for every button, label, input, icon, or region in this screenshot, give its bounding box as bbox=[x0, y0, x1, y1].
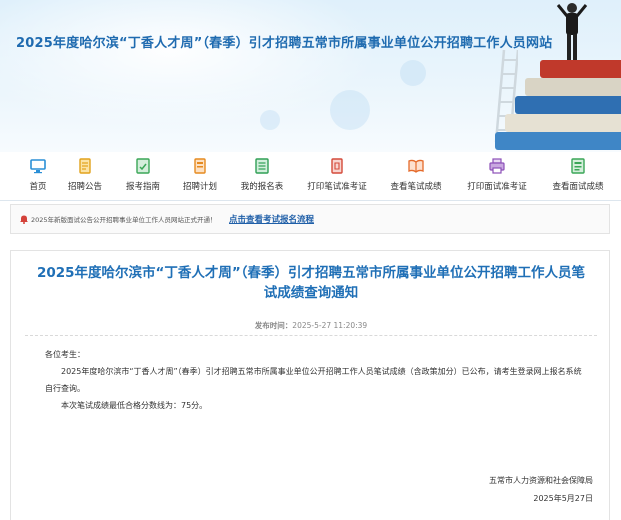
nav-print-interview-ticket[interactable]: 打印面试准考证 bbox=[462, 158, 532, 196]
document-icon bbox=[79, 158, 91, 174]
signature-org: 五常市人力资源和社会保障局 bbox=[489, 476, 593, 485]
banner-bokeh bbox=[260, 110, 280, 130]
monitor-icon bbox=[30, 159, 46, 174]
publish-time-value: 2025-5-27 11:20:39 bbox=[292, 321, 368, 330]
nav-my-form[interactable]: 我的报名表 bbox=[234, 158, 290, 196]
nav-label: 报考指南 bbox=[125, 182, 160, 192]
plan-icon bbox=[194, 158, 206, 174]
book-icon bbox=[408, 159, 424, 173]
nav-print-written-ticket[interactable]: 打印笔试准考证 bbox=[302, 158, 372, 196]
nav-label: 招聘计划 bbox=[182, 182, 217, 192]
banner-bokeh bbox=[330, 90, 370, 130]
printer-icon bbox=[489, 158, 505, 174]
paragraph: 2025年度哈尔滨市“丁香人才周”（春季）引才招聘五常市所属事业单位公开招聘工作… bbox=[45, 367, 582, 393]
banner-glow bbox=[0, 0, 380, 130]
nav-label: 打印笔试准考证 bbox=[307, 182, 367, 192]
nav-written-score[interactable]: 查看笔试成绩 bbox=[386, 158, 446, 196]
nav-label: 首页 bbox=[29, 182, 47, 192]
site-title: 2025年度哈尔滨“丁香人才周”（春季）引才招聘五常市所属事业单位公开招聘工作人… bbox=[16, 36, 553, 51]
nav-label: 查看面试成绩 bbox=[552, 182, 604, 192]
header-banner: 2025年度哈尔滨“丁香人才周”（春季）引才招聘五常市所属事业单位公开招聘工作人… bbox=[0, 0, 621, 152]
score-icon bbox=[571, 158, 585, 174]
greeting: 各位考生： bbox=[45, 350, 85, 359]
nav-interview-score[interactable]: 查看面试成绩 bbox=[547, 158, 609, 196]
publish-time-label: 发布时间： bbox=[254, 321, 293, 330]
book bbox=[495, 132, 621, 150]
nav-label: 我的报名表 bbox=[240, 182, 284, 192]
book bbox=[515, 96, 621, 114]
nav-plan[interactable]: 招聘计划 bbox=[176, 158, 224, 196]
signature-date: 2025年5月27日 bbox=[533, 494, 593, 503]
print-icon bbox=[331, 158, 343, 174]
form-icon bbox=[255, 158, 269, 174]
book-stack-illustration bbox=[455, 50, 621, 152]
nav-label: 招聘公告 bbox=[67, 182, 102, 192]
guide-icon bbox=[136, 158, 150, 174]
book bbox=[525, 78, 621, 96]
nav-label: 打印面试准考证 bbox=[467, 182, 527, 192]
article-panel: 2025年度哈尔滨市“丁香人才周”（春季）引才招聘五常市所属事业单位公开招聘工作… bbox=[10, 250, 610, 520]
main-nav: 首页 招聘公告 报考指南 招聘计划 我的报名表 打印笔试准考证 查看笔试成绩 打… bbox=[0, 152, 621, 201]
exam-process-link[interactable]: 点击查看考试报名流程 bbox=[229, 213, 314, 225]
banner-bokeh bbox=[400, 60, 426, 86]
bell-icon bbox=[20, 215, 28, 224]
nav-home[interactable]: 首页 bbox=[16, 158, 60, 196]
notice-bar: 2025年新版面试公告公开招聘事业单位工作人员网站正式开通！ 点击查看考试报名流… bbox=[10, 204, 610, 234]
article-divider bbox=[25, 335, 597, 336]
nav-label: 查看笔试成绩 bbox=[390, 182, 442, 192]
nav-guide[interactable]: 报考指南 bbox=[119, 158, 167, 196]
book bbox=[505, 114, 621, 132]
notice-marquee: 2025年新版面试公告公开招聘事业单位工作人员网站正式开通！ bbox=[31, 216, 217, 224]
book bbox=[540, 60, 621, 78]
publish-time: 发布时间：2025-5-27 11:20:39 bbox=[11, 320, 611, 331]
article-title: 2025年度哈尔滨市“丁香人才周”（春季）引才招聘五常市所属事业单位公开招聘工作… bbox=[36, 265, 586, 301]
nav-announcement[interactable]: 招聘公告 bbox=[61, 158, 109, 196]
paragraph: 本次笔试成绩最低合格分数线为：75分。 bbox=[61, 401, 208, 410]
article-body: 各位考生： 2025年度哈尔滨市“丁香人才周”（春季）引才招聘五常市所属事业单位… bbox=[45, 346, 585, 414]
